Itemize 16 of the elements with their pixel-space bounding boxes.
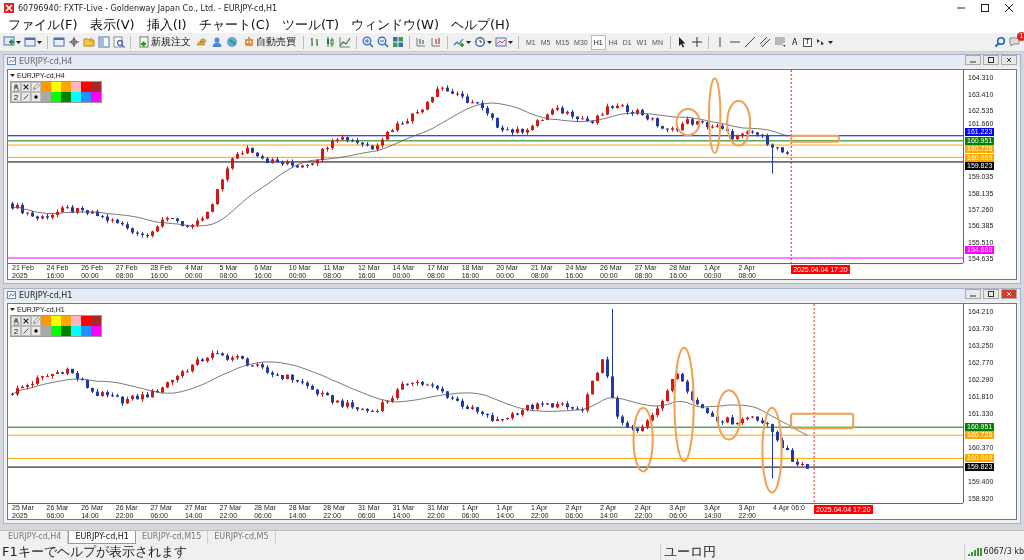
status-help-text: F1キーでヘルプが表示されます	[1, 544, 188, 560]
menu-item[interactable]: 表示(V)	[83, 16, 141, 33]
menu-item[interactable]: ツール(T)	[275, 16, 345, 33]
chart-tab[interactable]: EURJPY-cd,H1	[68, 531, 136, 544]
text-tool-button[interactable]: A	[788, 34, 801, 50]
menu-item[interactable]: チャート(C)	[192, 16, 276, 33]
menu-item[interactable]: ウィンドウ(W)	[345, 16, 445, 33]
menu-item[interactable]: 挿入(I)	[140, 16, 193, 33]
auto-trading-button[interactable]: 自動売買	[241, 34, 298, 50]
menu-item[interactable]: ファイル(F)	[2, 16, 84, 33]
menu-item[interactable]: ヘルプ(H)	[445, 16, 516, 33]
chart-window-title: EURJPY-cd,H1	[19, 290, 73, 300]
traffic-readout: 6067/3 kb	[983, 546, 1024, 558]
window-title: 60796940: FXTF-Live - Goldenway Japan Co., Ltd. - EURJPY-cd,H1	[18, 3, 279, 13]
new-order-button[interactable]: 新規注文	[136, 34, 193, 50]
chart-window-title: EURJPY-cd,H4	[19, 56, 73, 66]
